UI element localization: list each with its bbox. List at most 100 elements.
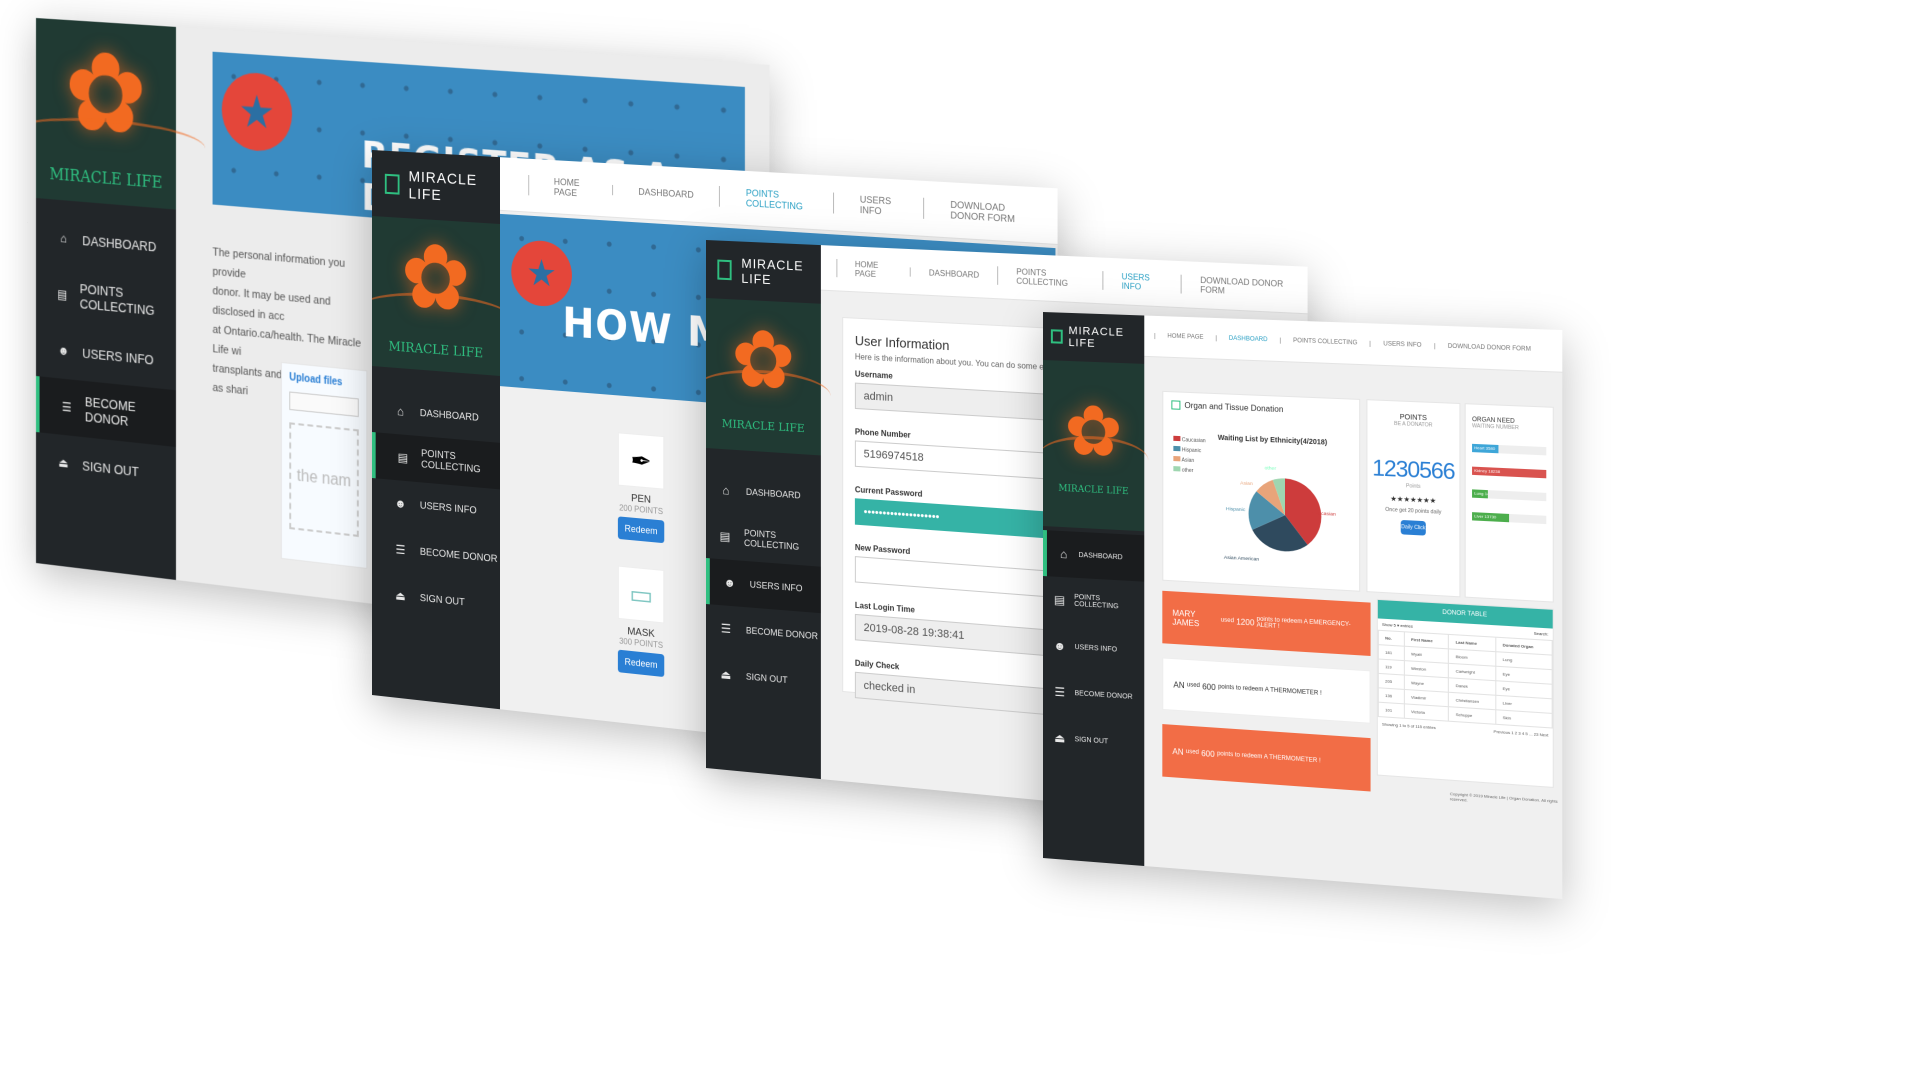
topnav-download[interactable]: DOWNLOAD DONOR FORM <box>922 197 1058 227</box>
brand-square-icon <box>717 259 732 281</box>
mask-icon: ▭ <box>617 565 665 624</box>
need-bar-fill: Heart 3580 <box>1472 443 1498 454</box>
nav-signout[interactable]: ⏏ SIGN OUT <box>706 650 821 706</box>
sidebar: MIRACLE LIFE ✿ MIRACLE LIFE ⌂ DASHBOARD ▤… <box>1043 312 1149 867</box>
document-icon: ▤ <box>1053 592 1066 608</box>
points-value: 1230566 <box>1372 454 1455 485</box>
document-icon: ▤ <box>397 450 409 466</box>
topnav-home[interactable]: HOME PAGE <box>1154 333 1216 342</box>
slice-label: Asian American <box>1224 555 1260 563</box>
donor-table: No. First Name Last Name Donated Organ 1… <box>1378 630 1553 729</box>
sliders-icon: ☰ <box>1054 684 1066 700</box>
users-icon: ☻ <box>723 575 736 591</box>
sliders-icon: ☰ <box>395 542 406 558</box>
need-bar-fill: Kidney 18238 <box>1472 466 1547 479</box>
pen-icon: ✒ <box>617 432 665 490</box>
need-bar: Lung 1480 <box>1472 489 1547 502</box>
sidebar: ✿ MIRACLE LIFE ⌂ DASHBOARD ▤ POINTS COLLEC… <box>36 18 206 580</box>
home-icon: ⌂ <box>397 404 404 419</box>
need-bar: Liver 13730 <box>1472 512 1547 525</box>
brand: MIRACLE LIFE <box>372 150 500 224</box>
chart-title: Waiting List by Ethnicity(4/2018) <box>1217 434 1328 447</box>
brand: MIRACLE LIFE <box>706 240 821 304</box>
nav-users[interactable]: ☻ USERS INFO <box>1043 622 1144 674</box>
organ-title: Organ and Tissue Donation <box>1184 400 1284 415</box>
topnav-users[interactable]: USERS INFO <box>832 192 923 219</box>
pie-chart: Caucasian Hispanic Asian other Asian Ame… <box>1224 465 1337 563</box>
topnav-points[interactable]: POINTS COLLECTING <box>719 185 833 214</box>
sidebar: MIRACLE LIFE ✿ MIRACLE LIFE ⌂ DASHBOARD ▤… <box>372 150 516 710</box>
users-icon: ☻ <box>394 496 407 512</box>
copyright: Copyright © 2019 Miracle Life | Organ Do… <box>1449 790 1558 804</box>
square-icon <box>1171 400 1181 410</box>
document-icon: ▤ <box>57 286 68 302</box>
redeem-alert: AN used 600 points to redeem A THERMOMET… <box>1162 657 1371 724</box>
topnav-users[interactable]: USERS INFO <box>1102 271 1181 294</box>
home-icon: ⌂ <box>1060 546 1068 562</box>
topnav-points[interactable]: POINTS COLLECTING <box>1279 337 1370 347</box>
organ-donation-card: Organ and Tissue Donation Waiting List b… <box>1162 390 1361 592</box>
slice-label: other <box>1265 465 1277 472</box>
nav-signout[interactable]: ⏏ SIGN OUT <box>1043 714 1144 767</box>
table-search[interactable]: Search: <box>1534 631 1549 637</box>
topnav-download[interactable]: DOWNLOAD DONOR FORM <box>1434 343 1544 354</box>
brand-square-icon <box>1050 329 1063 344</box>
topnav-dashboard[interactable]: DASHBOARD <box>612 184 720 202</box>
drop-zone[interactable]: the nam <box>289 422 359 538</box>
topnav-points[interactable]: POINTS COLLECTING <box>997 266 1103 290</box>
topnav-dashboard[interactable]: DASHBOARD <box>1215 335 1280 344</box>
logo-text: MIRACLE LIFE <box>49 164 163 193</box>
logo: ✿ MIRACLE LIFE <box>706 298 831 456</box>
entries-select[interactable]: Show 5 ▾ entries <box>1382 622 1413 629</box>
sidebar: MIRACLE LIFE ✿ MIRACLE LIFE ⌂ DASHBOARD ▤… <box>706 240 831 780</box>
eject-icon: ⏏ <box>395 588 406 604</box>
slice-label: Asian <box>1240 480 1253 487</box>
daily-click-button[interactable]: Daily Click <box>1400 519 1426 536</box>
eject-icon: ⏏ <box>1054 730 1066 746</box>
nav-become-donor[interactable]: ☰ BECOME DONOR <box>1043 668 1144 721</box>
need-bar: Heart 3580 <box>1472 443 1547 456</box>
topnav-home[interactable]: HOME PAGE <box>836 258 911 281</box>
topnav-home[interactable]: HOME PAGE <box>528 174 613 201</box>
brand: MIRACLE LIFE <box>1043 312 1144 364</box>
topnav-download[interactable]: DOWNLOAD DONOR FORM <box>1180 274 1308 300</box>
slice-label: Caucasian <box>1312 510 1337 517</box>
slice-label: Hispanic <box>1226 506 1246 513</box>
eject-icon: ⏏ <box>720 667 732 683</box>
users-icon: ☻ <box>57 343 70 359</box>
nav-dashboard[interactable]: ⌂ DASHBOARD <box>706 466 821 520</box>
nav-dashboard[interactable]: ⌂ DASHBOARD <box>1043 530 1145 582</box>
need-bar: Kidney 18238 <box>1472 466 1547 479</box>
need-bar-fill: Lung 1480 <box>1472 489 1489 499</box>
upload-card: Upload files the nam <box>280 361 368 570</box>
organ-need-card: ORGAN NEED WAITING NUMBER Heart 3580 Kidn… <box>1464 403 1554 603</box>
topnav-dashboard[interactable]: DASHBOARD <box>910 266 998 281</box>
topnav-users[interactable]: USERS INFO <box>1369 340 1435 350</box>
brand-square-icon <box>384 173 400 195</box>
document-icon: ▤ <box>719 528 731 544</box>
chart-legend: Caucasian Hispanic Asian other <box>1173 435 1206 477</box>
eject-icon: ⏏ <box>58 455 69 471</box>
home-icon: ⌂ <box>60 231 67 246</box>
donor-table-card: DONOR TABLE Show 5 ▾ entries Search: No.… <box>1376 598 1554 788</box>
pagination[interactable]: Previous 1 2 3 4 5 ... 23 Next <box>1494 729 1549 738</box>
top-nav: HOME PAGE DASHBOARD POINTS COLLECTING US… <box>1144 315 1563 373</box>
redeem-alert: AN used 600 points to redeem A THERMOMET… <box>1162 724 1371 792</box>
sliders-icon: ☰ <box>61 399 72 415</box>
reward-item: ✒ PEN 200 POINTS Redeem <box>617 432 665 544</box>
redeem-alert: MARY JAMES used 1200 points to redeem A … <box>1162 590 1371 656</box>
stars: ★★★★★★★ <box>1390 495 1437 506</box>
nav-points[interactable]: ▤ POINTS COLLECTING <box>1043 576 1144 628</box>
redeem-button[interactable]: Redeem <box>617 649 665 678</box>
points-card: POINTS BE A DONATOR 1230566 Points ★★★★★… <box>1366 399 1461 598</box>
need-bar-fill: Liver 13730 <box>1472 512 1510 523</box>
logo: ✿ MIRACLE LIFE <box>372 216 516 376</box>
screen-dashboard: MIRACLE LIFE ✿ MIRACLE LIFE ⌂ DASHBOARD ▤… <box>1043 312 1563 900</box>
logo: ✿ MIRACLE LIFE <box>1043 360 1149 532</box>
reward-item: ▭ MASK 300 POINTS Redeem <box>617 565 665 678</box>
home-icon: ⌂ <box>722 483 730 498</box>
top-nav: HOME PAGE DASHBOARD POINTS COLLECTING US… <box>820 245 1308 315</box>
need-bars: Heart 3580 Kidney 18238 Lung 1480 Liver 137… <box>1472 443 1547 525</box>
users-icon: ☻ <box>1053 638 1067 654</box>
redeem-button[interactable]: Redeem <box>617 516 665 544</box>
